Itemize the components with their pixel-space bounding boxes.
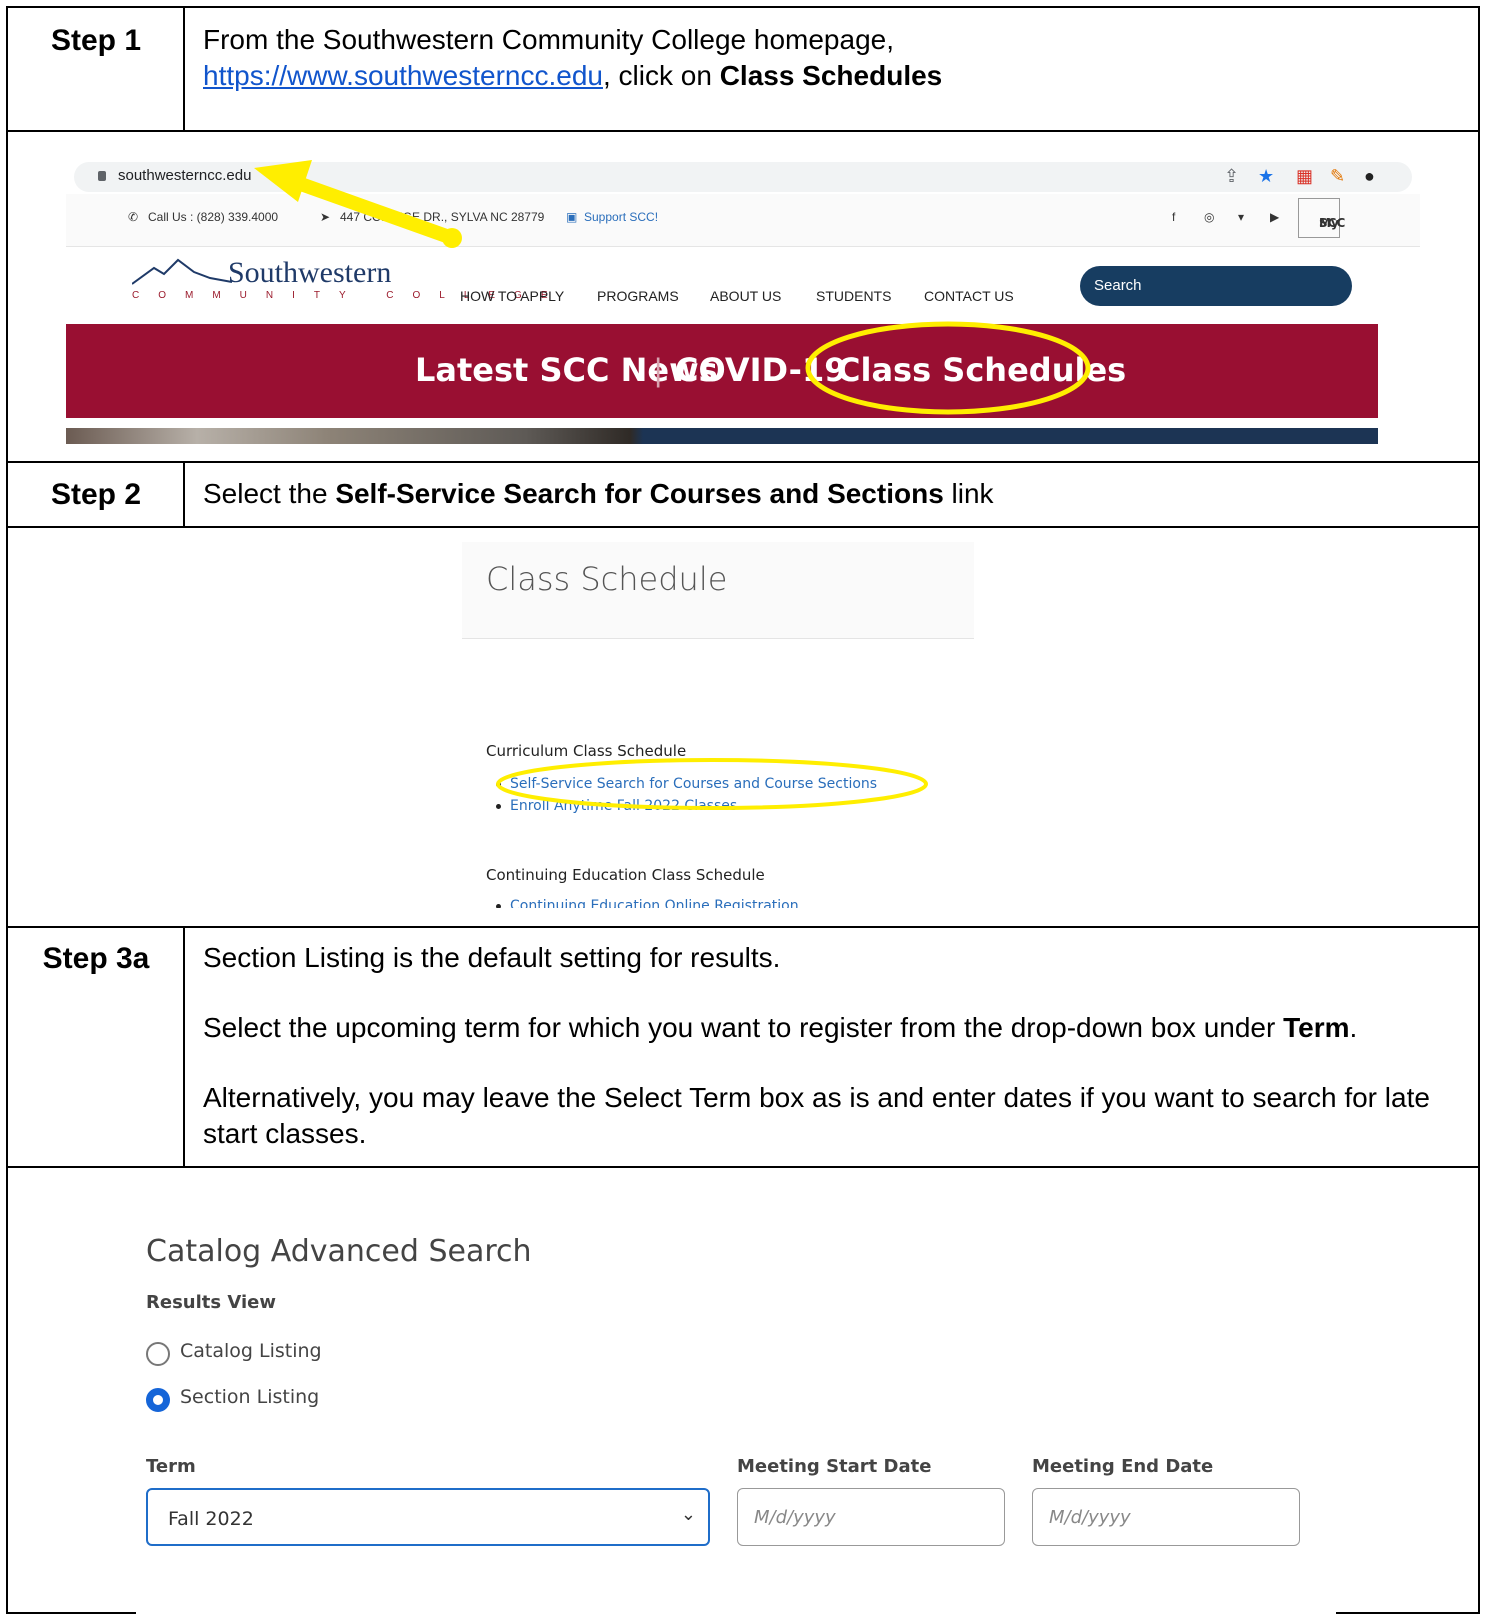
- catalog-search-title: Catalog Advanced Search: [146, 1234, 532, 1269]
- meeting-end-label: Meeting End Date: [1032, 1456, 1214, 1477]
- catalog-listing-radio[interactable]: [146, 1342, 170, 1366]
- step-1-mid: , click on: [602, 60, 720, 91]
- term-select[interactable]: Fall 2022 ⌄: [146, 1488, 710, 1546]
- instruction-document: Step 1 From the Southwestern Community C…: [6, 6, 1480, 1614]
- section-listing-radio[interactable]: [146, 1388, 170, 1412]
- row-divider: [6, 926, 1480, 928]
- row-divider: [6, 461, 1480, 463]
- step-3a-p2-bold: Term: [1283, 1012, 1350, 1043]
- step-2-bold: Self-Service Search for Courses and Sect…: [335, 478, 944, 509]
- meeting-end-input[interactable]: M/d/yyyy: [1032, 1488, 1300, 1546]
- meeting-start-placeholder: M/d/yyyy: [754, 1507, 836, 1528]
- step-3a-p3: Alternatively, you may leave the Select …: [203, 1082, 1430, 1149]
- step-1-bold: Class Schedules: [719, 60, 943, 91]
- step-2-intro: Select the: [203, 478, 336, 509]
- meeting-start-label: Meeting Start Date: [737, 1456, 932, 1477]
- homepage-link[interactable]: https://www.southwesterncc.edu: [203, 60, 603, 91]
- step-3a-p2: Select the upcoming term for which you w…: [203, 1010, 1357, 1046]
- class-schedule-screenshot: Class Schedule Curriculum Class Schedule…: [462, 536, 1022, 908]
- step-3a-label: Step 3a: [42, 942, 150, 975]
- catalog-search-screenshot: Catalog Advanced Search Results View Cat…: [136, 1224, 1336, 1614]
- step-1-text: From the Southwestern Community College …: [203, 22, 1443, 94]
- row-divider: [6, 526, 1480, 528]
- catalog-listing-label[interactable]: Catalog Listing: [180, 1340, 322, 1362]
- section-listing-label[interactable]: Section Listing: [180, 1386, 319, 1408]
- meeting-start-input[interactable]: M/d/yyyy: [737, 1488, 1005, 1546]
- step-1-label: Step 1: [50, 24, 142, 57]
- row-divider: [6, 130, 1480, 132]
- step-2-text: Select the Self-Service Search for Cours…: [203, 476, 994, 512]
- step-3a-p2-text: Select the upcoming term for which you w…: [203, 1012, 1284, 1043]
- step-1-intro: From the Southwestern Community College …: [203, 24, 895, 55]
- step-2-label: Step 2: [50, 478, 142, 511]
- homepage-screenshot: southwesterncc.edu ⇪ ★ ▦ ✎ ● ✆ Call Us :…: [66, 152, 1420, 450]
- annotation-overlay: [254, 160, 1091, 415]
- results-view-label: Results View: [146, 1292, 276, 1313]
- term-label: Term: [146, 1456, 196, 1477]
- row-divider: [6, 1166, 1480, 1168]
- highlight-ellipse: [496, 758, 928, 810]
- step-3a-p2-end: .: [1349, 1012, 1358, 1043]
- chevron-down-icon: ⌄: [680, 1504, 696, 1524]
- meeting-end-placeholder: M/d/yyyy: [1049, 1507, 1131, 1528]
- step-3a-p1: Section Listing is the default setting f…: [203, 942, 781, 973]
- term-value: Fall 2022: [168, 1508, 254, 1530]
- step-2-post: link: [943, 478, 994, 509]
